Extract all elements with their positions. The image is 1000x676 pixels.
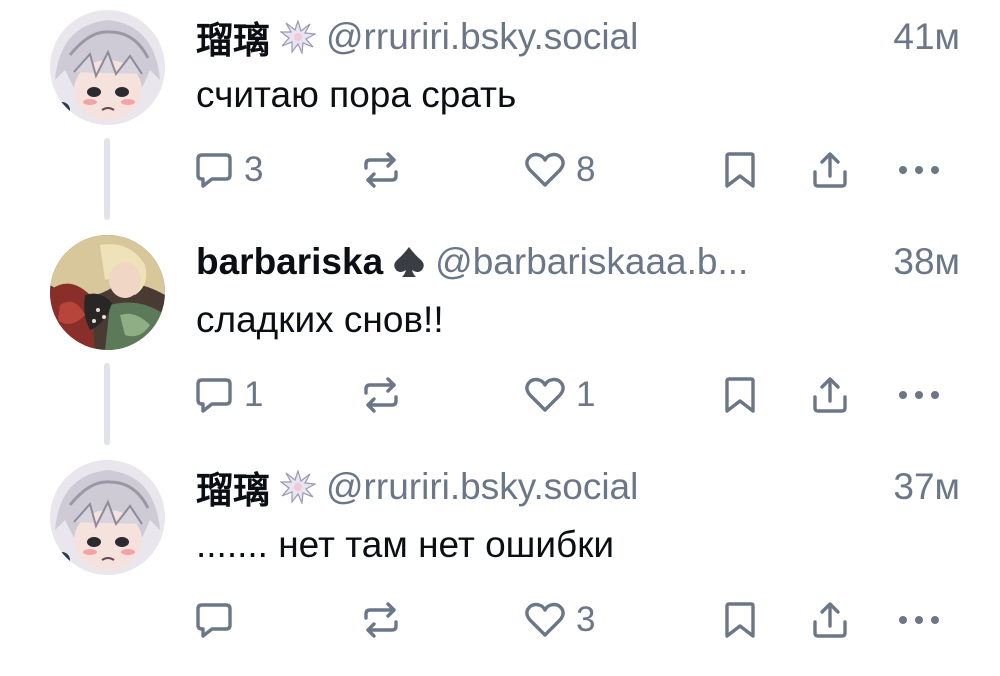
- more-horizontal-icon: [899, 166, 939, 174]
- spade-icon: [393, 245, 425, 279]
- author-handle[interactable]: @barbariskaaa.b...: [435, 241, 873, 283]
- reply-button[interactable]: [194, 598, 244, 642]
- like-button[interactable]: 8: [524, 148, 595, 192]
- bookmark-button[interactable]: [722, 373, 758, 417]
- repost-icon: [364, 152, 398, 188]
- more-horizontal-icon: [899, 616, 939, 624]
- bookmark-icon: [725, 152, 755, 188]
- author-handle[interactable]: @rruriri.bsky.social: [326, 16, 873, 58]
- post-actions: 3: [0, 590, 1000, 650]
- post[interactable]: barbariska @barbariskaaa.b... 38м сладки…: [0, 225, 1000, 451]
- heart-icon: [525, 377, 565, 412]
- avatar[interactable]: [50, 235, 165, 350]
- bookmark-icon: [725, 377, 755, 413]
- author-name[interactable]: 瑠璃: [196, 10, 270, 64]
- more-options-button[interactable]: [895, 373, 943, 417]
- post[interactable]: 瑠璃 @rruriri.bsky.social 37м ....... нет …: [0, 450, 1000, 676]
- anime-avatar-image: [50, 10, 165, 125]
- like-button[interactable]: 1: [524, 373, 595, 417]
- post-text: сладких снов!!: [196, 299, 444, 340]
- post-timestamp[interactable]: 38м: [893, 241, 960, 283]
- repost-icon: [364, 602, 398, 638]
- post-timestamp[interactable]: 41м: [893, 16, 960, 58]
- post-actions: 3 8: [0, 140, 1000, 200]
- like-count: 1: [576, 375, 596, 414]
- share-icon: [813, 377, 847, 413]
- post-text: ....... нет там нет ошибки: [196, 524, 615, 565]
- repost-button[interactable]: [360, 148, 402, 192]
- post-header: 瑠璃 @rruriri.bsky.social 41м: [196, 14, 960, 61]
- repost-icon: [364, 377, 398, 413]
- reply-count: 1: [244, 375, 264, 414]
- bookmark-icon: [725, 602, 755, 638]
- share-button[interactable]: [810, 148, 850, 192]
- heart-icon: [525, 152, 565, 187]
- reply-icon: [196, 153, 232, 188]
- more-options-button[interactable]: [895, 148, 943, 192]
- share-button[interactable]: [810, 373, 850, 417]
- reply-button[interactable]: 1: [194, 373, 263, 417]
- like-button[interactable]: 3: [524, 598, 595, 642]
- author-name[interactable]: barbariska: [196, 241, 383, 283]
- more-horizontal-icon: [899, 391, 939, 399]
- more-options-button[interactable]: [895, 598, 943, 642]
- sparkle-burst-icon: [280, 470, 316, 504]
- illustrated-avatar-image: [50, 235, 165, 350]
- author-name[interactable]: 瑠璃: [196, 460, 270, 514]
- bookmark-button[interactable]: [722, 598, 758, 642]
- reply-button[interactable]: 3: [194, 148, 263, 192]
- post-timestamp[interactable]: 37м: [893, 466, 960, 508]
- repost-button[interactable]: [360, 373, 402, 417]
- avatar[interactable]: [50, 460, 165, 575]
- reply-count: 3: [244, 150, 264, 189]
- share-icon: [813, 152, 847, 188]
- share-icon: [813, 602, 847, 638]
- like-count: 3: [576, 600, 596, 639]
- avatar[interactable]: [50, 10, 165, 125]
- share-button[interactable]: [810, 598, 850, 642]
- post[interactable]: 瑠璃 @rruriri.bsky.social 41м считаю пора …: [0, 0, 1000, 226]
- repost-button[interactable]: [360, 598, 402, 642]
- anime-avatar-image: [50, 460, 165, 575]
- post-header: barbariska @barbariskaaa.b... 38м: [196, 239, 960, 285]
- reply-icon: [196, 603, 232, 638]
- reply-icon: [196, 378, 232, 413]
- post-actions: 1 1: [0, 365, 1000, 425]
- author-handle[interactable]: @rruriri.bsky.social: [326, 466, 873, 508]
- heart-icon: [525, 602, 565, 637]
- bookmark-button[interactable]: [722, 148, 758, 192]
- post-text: считаю пора срать: [196, 74, 517, 115]
- like-count: 8: [576, 150, 596, 189]
- sparkle-burst-icon: [280, 20, 316, 54]
- post-header: 瑠璃 @rruriri.bsky.social 37м: [196, 464, 960, 511]
